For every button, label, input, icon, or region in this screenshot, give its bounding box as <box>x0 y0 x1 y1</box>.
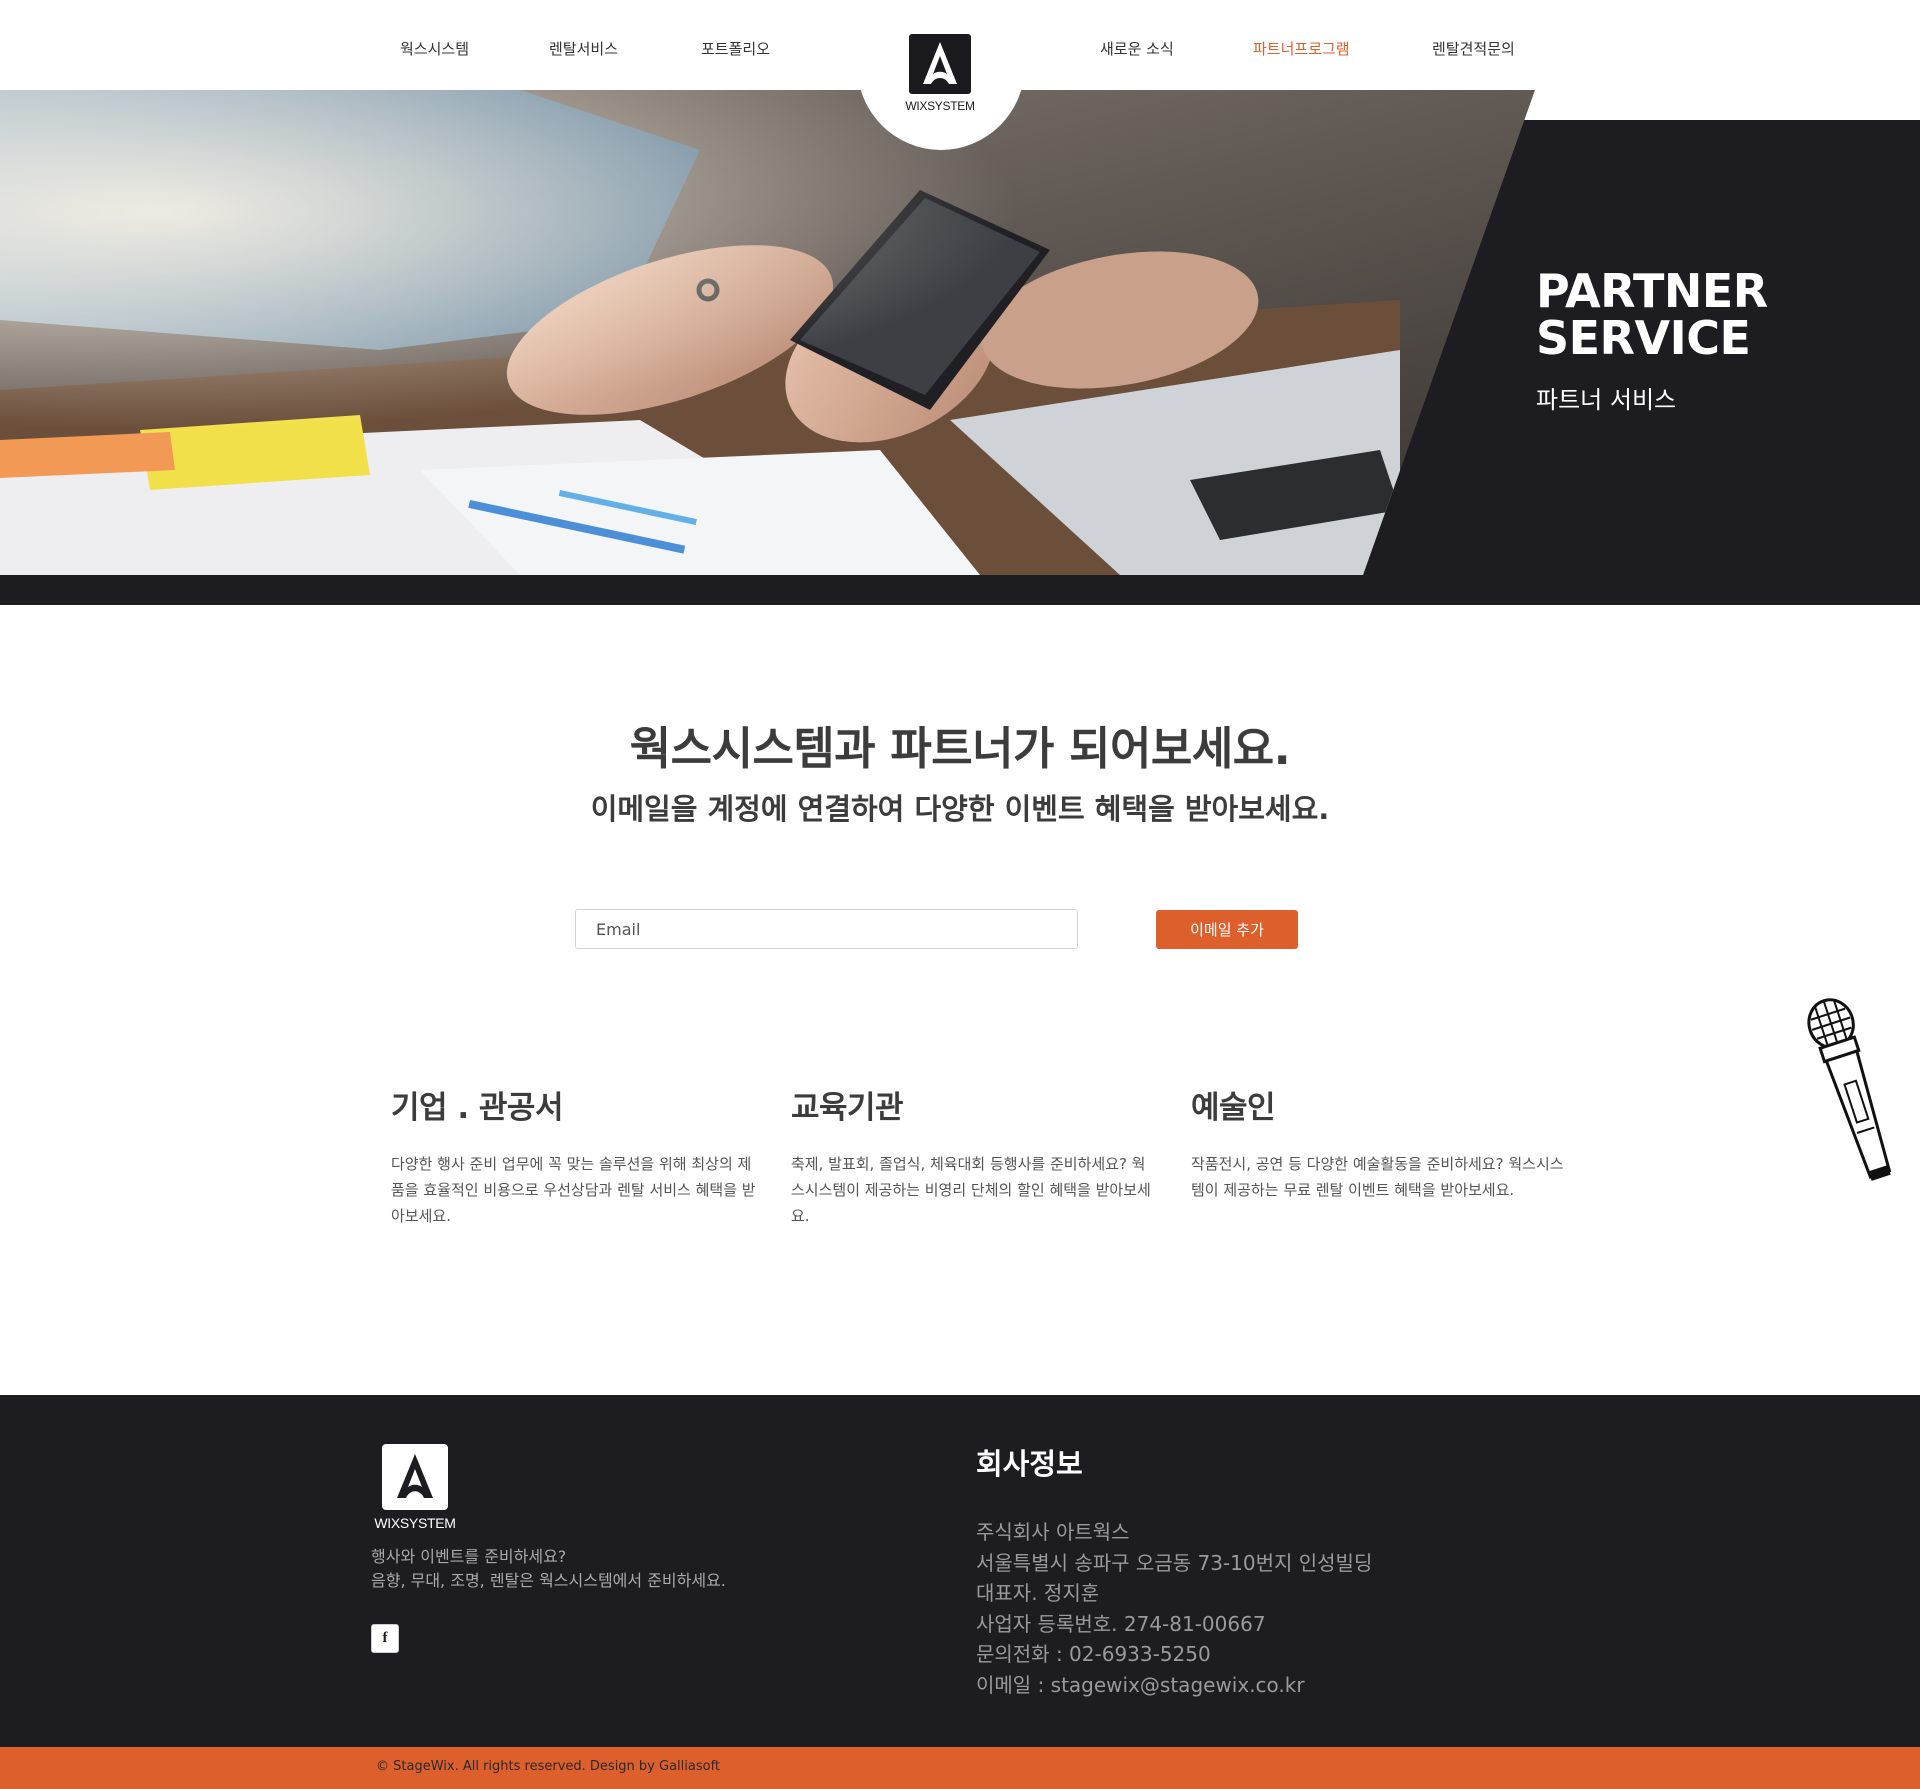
footer-logo[interactable] <box>382 1444 448 1510</box>
nav-item-rental-service[interactable]: 렌탈서비스 <box>549 38 618 59</box>
company-phone: 문의전화 : 02-6933-5250 <box>976 1642 1211 1666</box>
microphone-icon <box>1807 998 1892 1181</box>
feature-desc: 다양한 행사 준비 업무에 꼭 맞는 솔루션을 위해 최상의 제품을 효율적인 … <box>391 1155 756 1225</box>
feature-title: 예술인 <box>1191 1090 1276 1126</box>
feature-corporate: 기업 . 관공서 다양한 행사 준비 업무에 꼭 맞는 솔루션을 위해 최상의 … <box>391 1082 761 1229</box>
company-address: 서울특별시 송파구 오금동 73-10번지 인성빌딩 <box>976 1550 1373 1575</box>
footer-description: 행사와 이벤트를 준비하세요? 음향, 무대, 조명, 렌탈은 웍스시스템에서 … <box>371 1545 726 1593</box>
company-registration: 사업자 등록번호. 274-81-00667 <box>976 1611 1266 1636</box>
nav-item-partner-program[interactable]: 파트너프로그램 <box>1253 38 1350 59</box>
email-field[interactable] <box>575 909 1078 949</box>
nav-item-news[interactable]: 새로운 소식 <box>1100 38 1174 59</box>
company-email: 이메일 : stagewix@stagewix.co.kr <box>976 1672 1305 1697</box>
hero-subtitle: 파트너 서비스 <box>1536 386 1677 414</box>
nav-item-wixsystem[interactable]: 웍스시스템 <box>400 38 469 59</box>
nav-item-portfolio[interactable]: 포트폴리오 <box>701 38 770 59</box>
header-logo[interactable] <box>909 34 971 94</box>
hero-title: PARTNER SERVICE <box>1536 268 1768 362</box>
page-title: 웍스시스템과 파트너가 되어보세요. <box>629 722 1291 775</box>
company-info-title: 회사정보 <box>976 1447 1083 1481</box>
feature-education: 교육기관 축제, 발표회, 졸업식, 체육대회 등행사를 준비하세요? 웍스시스… <box>791 1082 1156 1229</box>
feature-desc: 축제, 발표회, 졸업식, 체육대회 등행사를 준비하세요? 웍스시스템이 제공… <box>791 1155 1151 1225</box>
company-info: 주식회사 아트웍스 서울특별시 송파구 오금동 73-10번지 인성빌딩 대표자… <box>976 1517 1372 1700</box>
feature-artist: 예술인 작품전시, 공연 등 다양한 예술활동을 준비하세요? 웍스시스템이 제… <box>1191 1082 1566 1203</box>
footer-desc-line-2: 음향, 무대, 조명, 렌탈은 웍스시스템에서 준비하세요. <box>371 1571 726 1590</box>
nav-item-rental-quote[interactable]: 렌탈견적문의 <box>1432 38 1515 59</box>
header-logo-text: WIXSYSTEM <box>905 99 975 113</box>
copyright-bar: © StageWix. All rights reserved. Design … <box>0 1747 1920 1789</box>
feature-title: 기업 . 관공서 <box>391 1090 563 1126</box>
facebook-icon[interactable]: f <box>371 1624 399 1653</box>
copyright-text: © StageWix. All rights reserved. Design … <box>376 1759 721 1774</box>
hero-banner: PARTNER SERVICE 파트너 서비스 <box>0 90 1920 605</box>
page-subtitle: 이메일을 계정에 연결하여 다양한 이벤트 혜택을 받아보세요. <box>590 792 1330 826</box>
company-name: 주식회사 아트웍스 <box>976 1520 1130 1544</box>
footer: WIXSYSTEM 행사와 이벤트를 준비하세요? 음향, 무대, 조명, 렌탈… <box>0 1395 1920 1747</box>
hero-title-line-1: PARTNER <box>1536 264 1768 318</box>
footer-desc-line-1: 행사와 이벤트를 준비하세요? <box>371 1547 567 1566</box>
add-email-button[interactable]: 이메일 추가 <box>1156 910 1298 949</box>
footer-logo-text: WIXSYSTEM <box>374 1515 456 1531</box>
company-ceo: 대표자. 정지훈 <box>976 1581 1100 1605</box>
a-logo-icon <box>923 42 957 84</box>
feature-desc: 작품전시, 공연 등 다양한 예술활동을 준비하세요? 웍스시스템이 제공하는 … <box>1191 1155 1564 1199</box>
footer-a-logo-icon <box>397 1454 433 1498</box>
hero-title-line-2: SERVICE <box>1536 311 1751 365</box>
feature-title: 교육기관 <box>791 1090 904 1126</box>
